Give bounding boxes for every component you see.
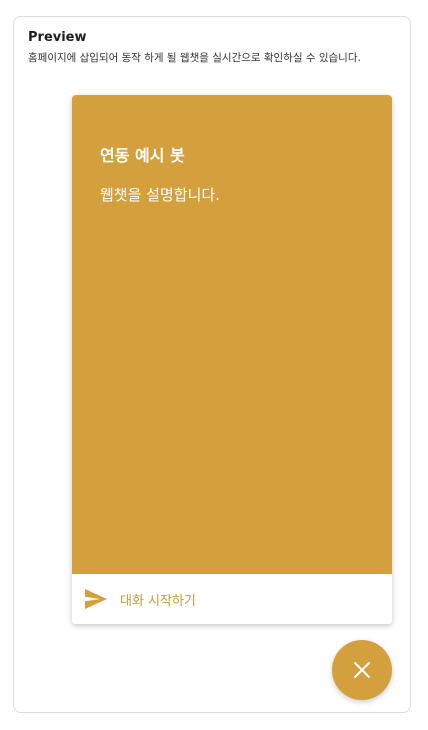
widget-header: 연동 예시 봇 웹챗을 설명합니다. (72, 95, 392, 574)
close-widget-button[interactable] (332, 640, 392, 700)
start-conversation-label: 대화 시작하기 (120, 594, 196, 609)
preview-title: Preview (28, 30, 87, 45)
webchat-widget: 연동 예시 봇 웹챗을 설명합니다. 대화 시작하기 (72, 95, 392, 624)
send-icon (85, 589, 107, 609)
bot-name: 연동 예시 봇 (100, 146, 185, 165)
close-icon (354, 662, 370, 678)
start-conversation-button[interactable]: 대화 시작하기 (72, 574, 392, 624)
bot-description: 웹챗을 설명합니다. (100, 186, 220, 204)
preview-description: 홈페이지에 삽입되어 동작 하게 될 웹챗을 실시간으로 확인하실 수 있습니다… (28, 52, 361, 64)
